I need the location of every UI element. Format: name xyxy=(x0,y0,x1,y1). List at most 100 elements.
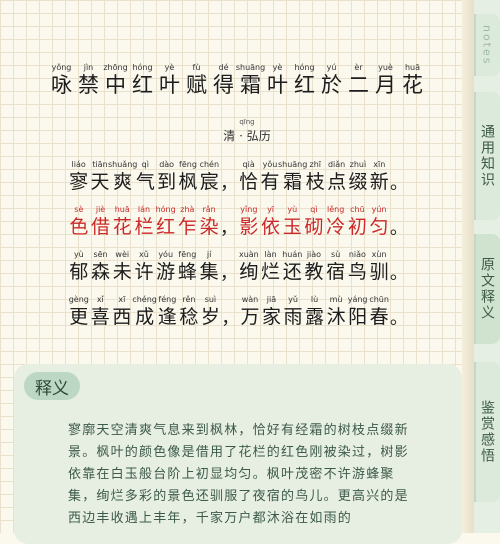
poem-char-pinyin: huán xyxy=(282,250,303,259)
title-char-hanzi: 霜 xyxy=(240,73,261,97)
poem-char-hanzi: 恰 xyxy=(239,171,259,193)
poem-char-pinyin: wèi xyxy=(115,250,130,259)
poem-char: niǎo 鸟 xyxy=(347,249,369,285)
title-char-pinyin: yè xyxy=(272,63,283,72)
poem-char-pinyin: lù xyxy=(310,295,319,304)
poem-char-hanzi: 成 xyxy=(135,306,155,328)
poem-char-pinyin: zhuì xyxy=(349,160,367,169)
title-char: shuāng 霜 xyxy=(236,62,265,98)
poem-char-pinyin: chéng xyxy=(132,295,157,304)
poem-line: yù 郁 sēn 森 wèi 未 xǔ 许 yóu 游 fēng 蜂 jí 集， xuàn 绚 làn 烂 huán… xyxy=(68,240,408,285)
poem-char-hanzi: 森 xyxy=(91,261,111,283)
tab-notes[interactable]: notes xyxy=(474,14,500,76)
poem-char-pinyin: yǐng xyxy=(240,205,258,214)
poem-char: làn 烂 xyxy=(260,249,282,285)
poem-char-pinyin: zhī xyxy=(309,160,322,169)
poem-char-hanzi: 西 xyxy=(112,306,132,328)
poem-char: wèi 未 xyxy=(111,249,133,285)
poem-char-pinyin: niǎo xyxy=(348,250,366,259)
title-char-pinyin: yuè xyxy=(378,63,393,72)
poem-char-hanzi: 有 xyxy=(260,171,280,193)
poem-char-hanzi: 集 xyxy=(199,261,219,283)
poem-char-pinyin: féng xyxy=(158,295,177,304)
title-char: yú 於 xyxy=(318,62,345,98)
poem-punct: 。 xyxy=(389,173,408,194)
poem-char: xǔ 许 xyxy=(133,249,155,285)
poem-char: yǐng 影 xyxy=(238,204,260,240)
poem-char-hanzi: 依 xyxy=(261,216,281,238)
poem-char: yī 依 xyxy=(260,204,282,240)
title-char-pinyin: fù xyxy=(192,63,201,72)
poem-char: gèng 更 xyxy=(68,294,90,330)
poem-body: liáo 寥 tiān 天 shuǎng 爽 qì 气 dào 到 fēng 枫 chén 宸， qià 恰 y… xyxy=(68,150,408,330)
poem-char-hanzi: 冷 xyxy=(326,216,346,238)
poem-char: yù 郁 xyxy=(68,249,90,285)
poem-char-hanzi: 寥 xyxy=(69,171,89,193)
poem-char: qià 恰 xyxy=(238,159,259,195)
poem-line: sè 色 jiè 借 huā 花 lán 栏 hóng 红 zhà 乍 rǎn 染， yǐng 影 yī 依 yù 玉… xyxy=(68,195,408,240)
poem-char-hanzi: 未 xyxy=(112,261,132,283)
poem-char: yǔ 雨 xyxy=(282,294,304,330)
poem-char-pinyin: xīn xyxy=(373,160,386,169)
poem-char-pinyin: gèng xyxy=(68,295,89,304)
poem-char-hanzi: 露 xyxy=(305,306,325,328)
title-char-hanzi: 叶 xyxy=(267,73,288,97)
poem-char-pinyin: liáo xyxy=(71,160,86,169)
poem-punct: ， xyxy=(219,263,238,284)
poem-char-pinyin: xǐ xyxy=(96,295,104,304)
poem-char-pinyin: jí xyxy=(206,250,212,259)
poem-char-pinyin: chén xyxy=(199,160,220,169)
poem-char: yù 玉 xyxy=(281,204,303,240)
poem-char-hanzi: 初 xyxy=(347,216,367,238)
poem-char: yóu 游 xyxy=(155,249,177,285)
poem-punct: ， xyxy=(219,173,238,194)
poem-char-hanzi: 雨 xyxy=(283,306,303,328)
title-char: yǒng 咏 xyxy=(48,62,75,98)
poem-char-pinyin: rěn xyxy=(182,295,196,304)
poem-char-pinyin: yún xyxy=(371,205,387,214)
title-char-pinyin: hóng xyxy=(132,63,153,72)
poem-char-pinyin: wàn xyxy=(241,295,259,304)
poem-char: xǐ 喜 xyxy=(90,294,112,330)
poem-char-hanzi: 喜 xyxy=(90,306,110,328)
title-char-hanzi: 得 xyxy=(213,73,234,97)
poem-char-pinyin: hóng xyxy=(155,205,176,214)
title-char: yè 叶 xyxy=(264,62,291,98)
poem-char-pinyin: jiào xyxy=(306,250,322,259)
tab-original-meaning[interactable]: 原文释义 xyxy=(474,234,500,344)
poem-char-hanzi: 玉 xyxy=(282,216,302,238)
poem-char-hanzi: 绚 xyxy=(239,261,259,283)
poem-char: liáo 寥 xyxy=(68,159,89,195)
title-char-hanzi: 咏 xyxy=(51,73,72,97)
tab-original-meaning-label: 原文释义 xyxy=(479,257,495,321)
title-char-hanzi: 中 xyxy=(105,73,126,97)
poem-char-hanzi: 阳 xyxy=(348,306,368,328)
title-char-pinyin: huā xyxy=(404,63,421,72)
tab-appreciation-label: 鉴赏感悟 xyxy=(479,400,495,464)
poem-char-hanzi: 宿 xyxy=(326,261,346,283)
title-char-pinyin: jìn xyxy=(83,63,94,72)
poem-char-pinyin: yù xyxy=(287,205,298,214)
poem-char-pinyin: xùn xyxy=(371,250,387,259)
poem-char-pinyin: yǔ xyxy=(288,295,298,304)
title-char-hanzi: 花 xyxy=(402,73,423,97)
title-char-hanzi: 红 xyxy=(294,73,315,97)
poem-char-pinyin: xī xyxy=(118,295,126,304)
poem-char-pinyin: dào xyxy=(159,160,175,169)
poem-char: yáng 阳 xyxy=(347,294,369,330)
poem-char-pinyin: tiān xyxy=(92,160,108,169)
poem-char: xī 西 xyxy=(111,294,133,330)
poem-char: jiào 教 xyxy=(303,249,325,285)
poem-char-pinyin: sè xyxy=(74,205,84,214)
title-char-hanzi: 於 xyxy=(321,73,342,97)
author-text: 清 · 弘历 xyxy=(223,129,271,143)
tab-general-knowledge[interactable]: 通用知识 xyxy=(474,92,500,220)
poem-char: rěn 稔 xyxy=(178,294,200,330)
poem-char-hanzi: 驯 xyxy=(369,261,389,283)
poem-char-hanzi: 霜 xyxy=(283,171,303,193)
tab-appreciation[interactable]: 鉴赏感悟 xyxy=(474,362,500,502)
poem-char-hanzi: 游 xyxy=(156,261,176,283)
poem-char-hanzi: 染 xyxy=(199,216,219,238)
author-pinyin: qīng xyxy=(239,118,255,126)
poem-line: gèng 更 xǐ 喜 xī 西 chéng 成 féng 逢 rěn 稔 suì 岁， wàn 万 jiā 家 y… xyxy=(68,285,408,330)
